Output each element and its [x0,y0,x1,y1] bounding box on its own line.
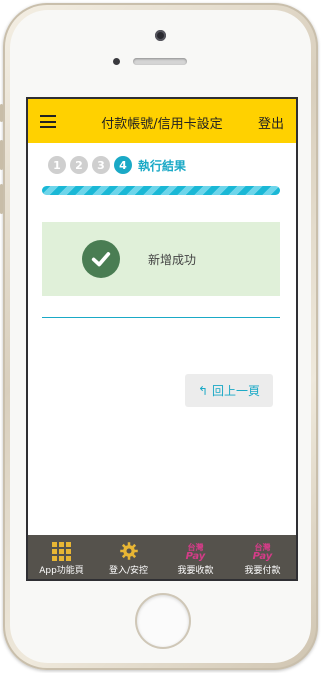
step-indicator: 1 2 3 4 執行結果 [48,156,186,174]
proximity-sensor [113,58,120,65]
nav-receive-payment[interactable]: 台灣 Pay 我要收款 [162,535,229,579]
mute-switch [0,104,3,122]
check-icon [82,240,120,278]
app-screen: 付款帳號/信用卡設定 登出 1 2 3 4 執行結果 新增成功 ↰ 回上一頁 A… [26,97,298,581]
back-button-label: 回上一頁 [212,384,261,398]
earpiece-speaker [133,58,187,65]
success-banner: 新增成功 [42,222,280,296]
nav-label: App功能頁 [39,566,84,576]
nav-app-functions[interactable]: App功能頁 [28,535,95,579]
nav-label: 我要付款 [244,566,281,576]
progress-bar [42,186,280,195]
grid-icon [52,542,71,561]
gear-icon [119,542,138,560]
volume-down-button [0,184,3,214]
return-arrow-icon: ↰ [197,383,209,398]
logout-button[interactable]: 登出 [258,113,284,132]
success-message: 新增成功 [148,252,197,267]
nav-label: 登入/安控 [108,566,149,576]
volume-up-button [0,140,3,170]
current-step-label: 執行結果 [138,158,187,173]
back-button[interactable]: ↰ 回上一頁 [185,374,273,407]
section-divider [42,317,280,318]
nav-login-security[interactable]: 登入/安控 [95,535,162,579]
front-camera [155,30,166,41]
top-bar: 付款帳號/信用卡設定 登出 [28,99,296,143]
page-title: 付款帳號/信用卡設定 [101,117,223,132]
step-4-current: 4 [114,156,132,174]
nav-make-payment[interactable]: 台灣 Pay 我要付款 [229,535,296,579]
step-2: 2 [70,156,88,174]
step-1: 1 [48,156,66,174]
taiwan-pay-icon: 台灣 Pay [252,543,273,562]
step-3: 3 [92,156,110,174]
hamburger-menu-icon[interactable] [40,115,56,128]
bottom-nav: App功能頁 登入/安控 台灣 Pay 我要收款 台灣 Pay 我要付款 [28,535,296,579]
home-button[interactable] [137,595,189,647]
taiwan-pay-icon: 台灣 Pay [185,543,206,562]
nav-label: 我要收款 [177,566,214,576]
